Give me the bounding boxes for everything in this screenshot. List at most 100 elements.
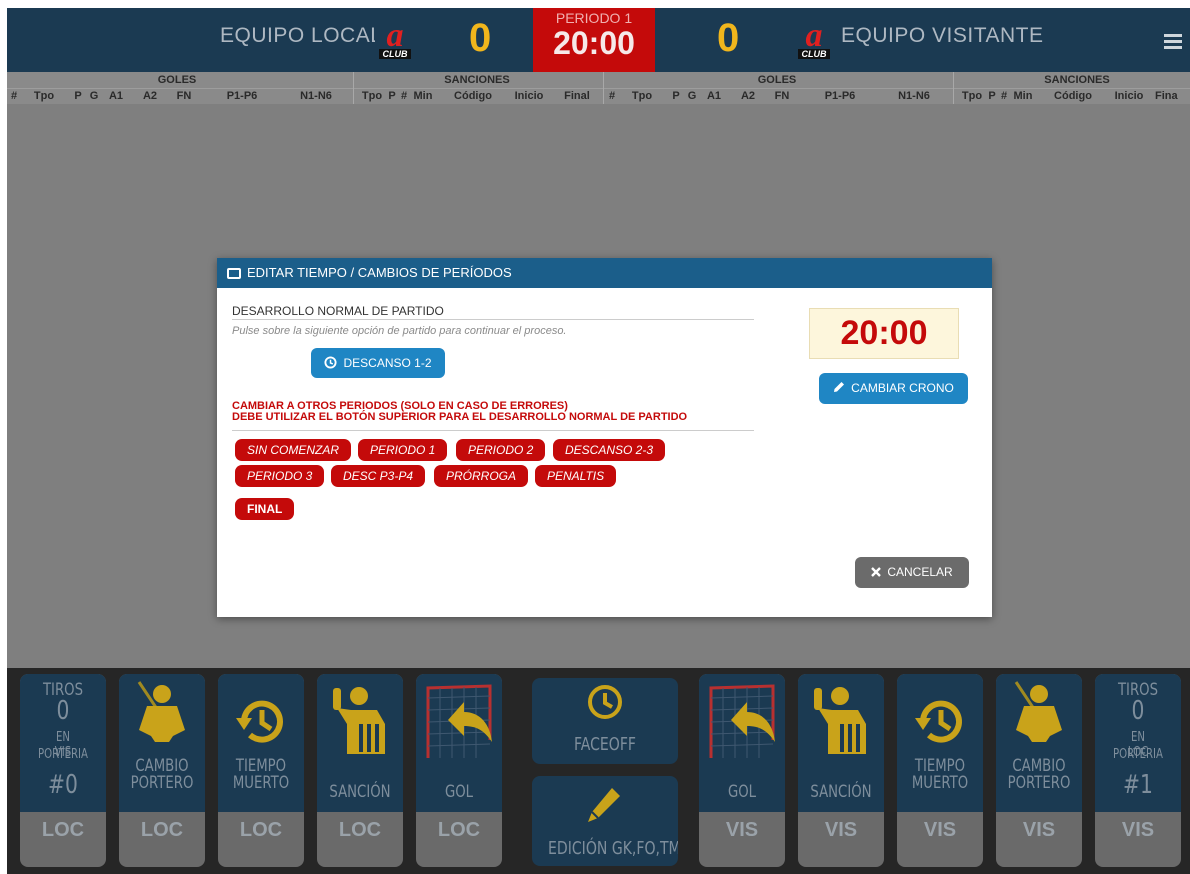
shots-home-tile[interactable]: TIROS 0 EN PORTERIA VIS #0 LOC [20, 674, 106, 867]
column-divider [353, 72, 354, 104]
column-divider [953, 72, 954, 104]
col-header: # [400, 90, 408, 102]
period-sin-comenzar-button[interactable]: SIN COMENZAR [235, 439, 352, 461]
faceoff-button[interactable]: FACEOFF [532, 678, 678, 764]
referee-icon [814, 687, 866, 754]
hint-text: Pulse sobre la siguiente opción de parti… [232, 325, 567, 337]
col-header: Fina [1155, 90, 1178, 102]
hockey-net-icon [709, 684, 775, 758]
header-group-goals-away: GOLES [757, 74, 797, 86]
faceoff-label: FACEOFF [573, 734, 637, 755]
hamburger-menu-icon[interactable] [1164, 34, 1182, 52]
col-header: P [672, 90, 680, 102]
col-header: A2 [740, 90, 756, 102]
goalie-change-label: CAMBIO PORTERO [1007, 756, 1071, 793]
tile-team-loc: LOC [239, 819, 283, 841]
period-descanso-2-3-button[interactable]: DESCANSO 2-3 [553, 439, 666, 461]
column-divider [603, 72, 604, 104]
goal-home-button[interactable]: GOL LOC [416, 674, 502, 867]
hockey-net-icon [426, 684, 492, 758]
away-goals: 0 [717, 16, 740, 60]
timeout-home-button[interactable]: TIEMPO MUERTO LOC [218, 674, 304, 867]
vis-label: VIS [54, 745, 72, 760]
goalie-icon [1014, 681, 1062, 742]
col-header: A2 [142, 90, 158, 102]
goalie-change-home-button[interactable]: CAMBIO PORTERO LOC [119, 674, 205, 867]
warning-text: CAMBIAR A OTROS PERIODOS (SOLO EN CASO D… [232, 401, 687, 423]
edit-gk-fo-tm-button[interactable]: EDICIÓN GK,FO,TM [532, 776, 678, 866]
section-underline [232, 319, 754, 320]
tile-team-loc: LOC [437, 819, 481, 841]
goalie-change-label: CAMBIO PORTERO [130, 756, 194, 793]
scoreboard: EQUIPO LOCAL a CLUB 0 PERIODO 1 20:00 0 … [7, 8, 1190, 72]
descanso-1-2-label: DESCANSO 1-2 [343, 356, 432, 370]
col-header: A1 [706, 90, 722, 102]
pencil-icon [834, 382, 845, 392]
game-clock: 20:00 [553, 25, 635, 61]
header-group-sanctions-home: SANCIONES [444, 74, 510, 86]
list-icon [227, 268, 241, 279]
timeout-away-button[interactable]: TIEMPO MUERTO VIS [897, 674, 983, 867]
svg-text:CLUB: CLUB [802, 49, 827, 59]
goalie-change-away-button[interactable]: CAMBIO PORTERO VIS [996, 674, 1082, 867]
period-final-button[interactable]: FINAL [235, 498, 295, 520]
home-goals: 0 [469, 16, 492, 60]
col-header: G [687, 90, 697, 102]
goal-away-button[interactable]: GOL VIS [699, 674, 785, 867]
goal-label: GOL [444, 782, 474, 802]
penalty-label: SANCIÓN [810, 782, 872, 802]
tile-team-vis: VIS [725, 819, 759, 841]
col-header: N1-N6 [898, 90, 930, 102]
header-divider [7, 88, 1190, 89]
col-header: Min [1013, 90, 1033, 102]
col-header: FN [774, 90, 790, 102]
away-team-name: EQUIPO VISITANTE [841, 24, 1044, 47]
goalie-icon [137, 681, 185, 742]
svg-text:CLUB: CLUB [383, 49, 408, 59]
close-icon [871, 567, 882, 577]
col-header: Tpo [361, 90, 383, 102]
home-logo-icon: a CLUB [375, 20, 415, 60]
dialog-title: EDITAR TIEMPO / CAMBIOS DE PERÍODOS [247, 265, 512, 280]
col-header: P [74, 90, 82, 102]
period-prorroga-button[interactable]: PRÓRROGA [434, 465, 529, 487]
header-group-sanctions-away: SANCIONES [1044, 74, 1110, 86]
change-clock-label: CAMBIAR CRONO [851, 381, 954, 395]
period-label: PERIODO 1 [555, 10, 633, 26]
tile-team-vis: VIS [824, 819, 858, 841]
col-header: Inicio [514, 90, 544, 102]
cancel-button[interactable]: CANCELAR [855, 557, 969, 588]
col-header: Tpo [631, 90, 653, 102]
change-clock-button[interactable]: CAMBIAR CRONO [819, 373, 968, 404]
col-header: FN [176, 90, 192, 102]
period-2-button[interactable]: PERIODO 2 [456, 439, 546, 461]
col-header: Inicio [1114, 90, 1144, 102]
col-header: # [10, 90, 18, 102]
shots-away-tile[interactable]: TIROS 0 EN PORTERIA LOC #1 VIS [1095, 674, 1181, 867]
goal-label: GOL [727, 782, 757, 802]
period-3-button[interactable]: PERIODO 3 [235, 465, 325, 487]
game-clock-box: PERIODO 1 20:00 [533, 8, 655, 72]
col-header: Código [454, 90, 492, 102]
col-header: # [608, 90, 616, 102]
dialog-header: EDITAR TIEMPO / CAMBIOS DE PERÍODOS [217, 258, 992, 288]
col-header: Tpo [961, 90, 983, 102]
tile-team-loc: LOC [41, 819, 85, 841]
col-header: G [89, 90, 99, 102]
timeout-label: TIEMPO MUERTO [232, 756, 290, 793]
timeout-label: TIEMPO MUERTO [911, 756, 969, 793]
history-clock-icon [915, 700, 962, 743]
tile-team-vis: VIS [1022, 819, 1056, 841]
penalty-label: SANCIÓN [329, 782, 391, 802]
col-header: Min [413, 90, 433, 102]
col-header: Tpo [33, 90, 55, 102]
period-1-button[interactable]: PERIODO 1 [358, 439, 448, 461]
period-desc-p3-p4-button[interactable]: DESC P3-P4 [331, 465, 426, 487]
col-header: P [388, 90, 396, 102]
penalty-away-button[interactable]: SANCIÓN VIS [798, 674, 884, 867]
col-header: Código [1054, 90, 1092, 102]
penalty-home-button[interactable]: SANCIÓN LOC [317, 674, 403, 867]
period-penaltis-button[interactable]: PENALTIS [535, 465, 617, 487]
tile-team-vis: VIS [923, 819, 957, 841]
descanso-1-2-button[interactable]: DESCANSO 1-2 [311, 348, 445, 378]
